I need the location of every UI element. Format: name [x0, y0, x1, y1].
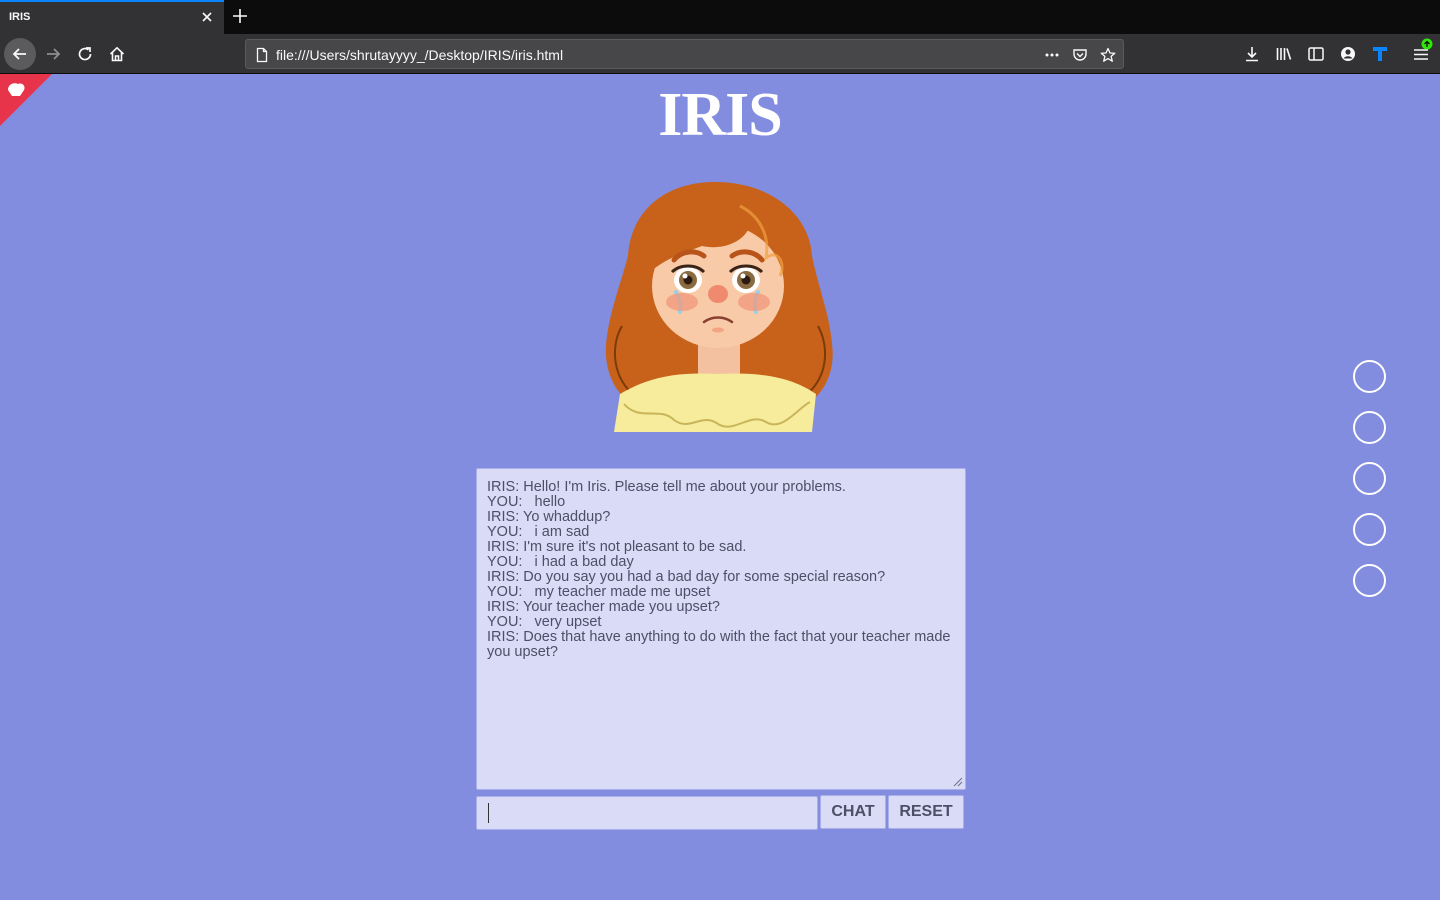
page-actions-icon[interactable] [1044, 47, 1060, 63]
chat-message: IRIS: Does that have anything to do with… [487, 629, 955, 660]
nav-dot[interactable] [1353, 462, 1386, 495]
url-text: file:///Users/shrutayyyy_/Desktop/IRIS/i… [276, 47, 564, 63]
home-icon [109, 46, 125, 62]
extension-icon[interactable] [1371, 45, 1389, 63]
chat-log[interactable]: IRIS: Hello! I'm Iris. Please tell me ab… [476, 468, 966, 790]
page-icon [256, 47, 268, 63]
chat-message: IRIS: Hello! I'm Iris. Please tell me ab… [487, 479, 846, 495]
close-tab-icon[interactable] [200, 10, 214, 24]
browser-tab[interactable]: IRIS [0, 0, 224, 34]
tab-title: IRIS [9, 11, 31, 23]
chat-message: YOU: very upset [487, 614, 602, 630]
chat-message: YOU: my teacher made me upset [487, 584, 711, 600]
side-nav-dots [1353, 360, 1386, 615]
navigation-toolbar: file:///Users/shrutayyyy_/Desktop/IRIS/i… [0, 34, 1440, 74]
reload-button[interactable] [69, 38, 101, 70]
nav-dot[interactable] [1353, 564, 1386, 597]
chat-message: YOU: hello [487, 494, 566, 510]
home-button[interactable] [101, 38, 133, 70]
new-tab-icon[interactable] [231, 7, 249, 25]
chat-message: IRIS: I'm sure it's not pleasant to be s… [487, 539, 747, 555]
chat-input[interactable] [476, 796, 818, 830]
nav-dot[interactable] [1353, 360, 1386, 393]
update-badge-icon [1421, 38, 1433, 50]
account-icon[interactable] [1339, 45, 1357, 63]
back-button[interactable] [4, 38, 36, 70]
bookmark-star-icon[interactable] [1100, 47, 1116, 63]
chat-message: IRIS: Your teacher made you upset? [487, 599, 720, 615]
sad-girl-avatar-icon [605, 182, 833, 432]
chat-message: YOU: i am sad [487, 524, 590, 540]
chat-message: IRIS: Do you say you had a bad day for s… [487, 569, 886, 585]
sidebar-icon[interactable] [1307, 45, 1325, 63]
page-title: IRIS [658, 81, 783, 149]
chat-button[interactable]: CHAT [820, 795, 886, 829]
resize-grip-icon[interactable] [951, 775, 963, 787]
reset-button[interactable]: RESET [888, 795, 964, 829]
chat-message: IRIS: Yo whaddup? [487, 509, 611, 525]
chat-message: YOU: i had a bad day [487, 554, 634, 570]
url-bar[interactable]: file:///Users/shrutayyyy_/Desktop/IRIS/i… [245, 39, 1124, 69]
back-arrow-icon [12, 48, 26, 60]
nav-dot[interactable] [1353, 513, 1386, 546]
library-icon[interactable] [1275, 45, 1293, 63]
forward-arrow-icon [47, 48, 61, 60]
reload-icon [78, 47, 92, 61]
text-caret [488, 803, 489, 823]
pocket-icon[interactable] [1072, 47, 1088, 63]
nav-dot[interactable] [1353, 411, 1386, 444]
downloads-icon[interactable] [1243, 45, 1261, 63]
forward-button[interactable] [37, 38, 69, 70]
tab-bar: IRIS [0, 0, 1440, 34]
